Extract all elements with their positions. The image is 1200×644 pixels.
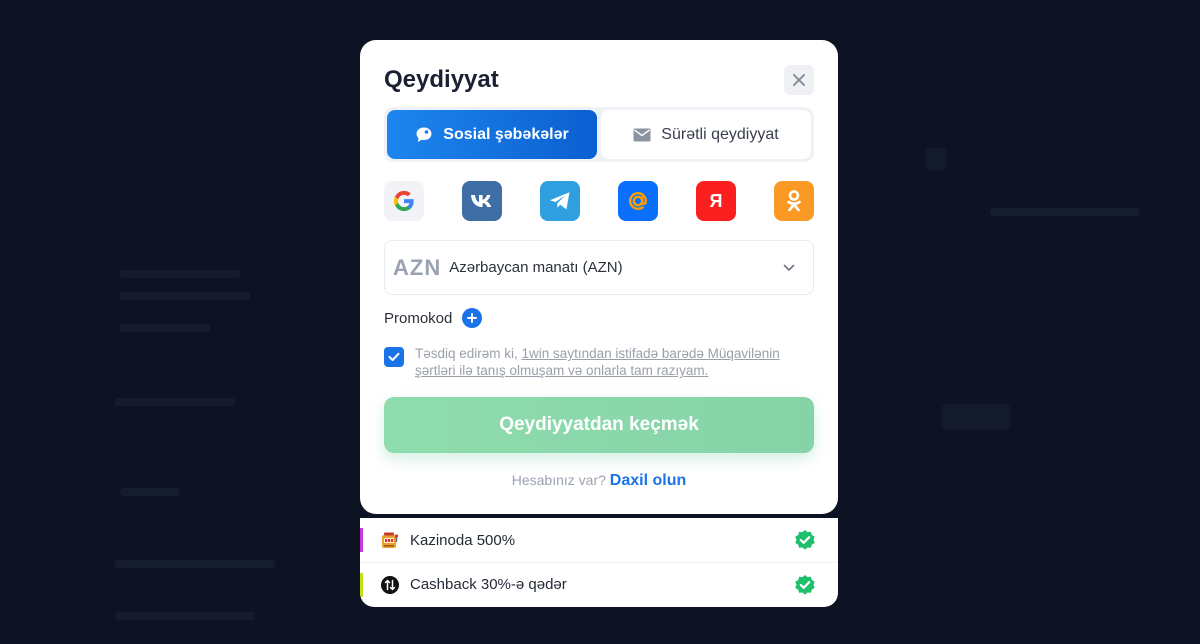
cashback-icon <box>381 575 399 594</box>
currency-select[interactable]: AZN Azərbaycan manatı (AZN) <box>384 240 814 295</box>
chat-bubble-icon <box>416 127 432 142</box>
telegram-login-button[interactable] <box>540 181 580 221</box>
mail-login-button[interactable] <box>618 181 658 221</box>
chevron-down-icon <box>783 264 795 271</box>
bg-placeholder <box>115 612 255 620</box>
bonus-label: Cashback 30%-ə qədər <box>410 576 567 593</box>
envelope-icon <box>633 128 651 141</box>
terms-text: Təsdiq edirəm ki, 1win saytından istifad… <box>415 345 814 379</box>
promo-label: Promokod <box>384 309 453 327</box>
google-icon <box>393 190 414 212</box>
checkmark-icon <box>388 352 400 361</box>
bg-placeholder <box>925 148 947 170</box>
tab-quick-registration[interactable]: Sürətli qeydiyyat <box>601 110 811 159</box>
plus-icon <box>467 313 478 323</box>
registration-tabs: Sosial şəbəkələr Sürətli qeydiyyat <box>384 107 814 162</box>
registration-modal: Qeydiyyat Sosial şəbəkələr Sürətli qeydi… <box>360 40 838 514</box>
bg-placeholder <box>115 398 235 406</box>
login-prompt: Hesabınız var? Daxil olun <box>384 472 814 490</box>
bg-placeholder <box>120 292 250 300</box>
bg-placeholder <box>990 208 1140 216</box>
odnoklassniki-login-button[interactable] <box>774 181 814 221</box>
vk-login-button[interactable] <box>462 181 502 221</box>
bg-placeholder <box>120 270 240 278</box>
svg-text:Я: Я <box>710 191 723 211</box>
bonus-item: Cashback 30%-ə qədər <box>360 562 838 606</box>
bonus-accent <box>360 573 363 597</box>
terms-prefix: Təsdiq edirəm ki, <box>415 346 522 361</box>
bg-placeholder <box>115 560 275 568</box>
close-icon <box>793 74 805 86</box>
modal-title: Qeydiyyat <box>384 66 499 93</box>
google-login-button[interactable] <box>384 181 424 221</box>
verified-badge-icon <box>795 575 815 595</box>
bg-placeholder <box>120 324 210 332</box>
tab-label: Sürətli qeydiyyat <box>661 125 779 143</box>
currency-name: Azərbaycan manatı (AZN) <box>449 259 623 276</box>
yandex-icon: Я <box>710 191 723 211</box>
odnoklassniki-icon <box>787 190 801 212</box>
register-button[interactable]: Qeydiyyatdan keçmək <box>384 397 814 453</box>
bonus-list: Kazinoda 500% Cashback 30%-ə qədər <box>360 518 838 607</box>
yandex-login-button[interactable]: Я <box>696 181 736 221</box>
terms-checkbox[interactable] <box>384 347 404 367</box>
add-promo-button[interactable] <box>462 308 483 328</box>
telegram-icon <box>550 192 570 210</box>
bonus-accent <box>360 528 363 552</box>
tab-social-networks[interactable]: Sosial şəbəkələr <box>387 110 597 159</box>
login-question: Hesabınız var? <box>511 472 606 488</box>
login-link[interactable]: Daxil olun <box>610 472 686 489</box>
bg-placeholder <box>120 488 180 496</box>
close-button[interactable] <box>784 65 814 95</box>
vk-icon <box>471 195 492 207</box>
tab-label: Sosial şəbəkələr <box>443 125 569 143</box>
at-icon <box>628 191 648 211</box>
bg-placeholder <box>942 404 1010 430</box>
bonus-item: Kazinoda 500% <box>360 518 838 562</box>
slot-machine-icon <box>382 532 399 548</box>
promo-code-row: Promokod <box>384 308 483 328</box>
terms-agreement: Təsdiq edirəm ki, 1win saytından istifad… <box>384 345 814 379</box>
verified-badge-icon <box>795 530 815 550</box>
social-login-list: Я <box>384 181 814 221</box>
bonus-label: Kazinoda 500% <box>410 531 516 549</box>
currency-code: AZN <box>393 254 442 280</box>
